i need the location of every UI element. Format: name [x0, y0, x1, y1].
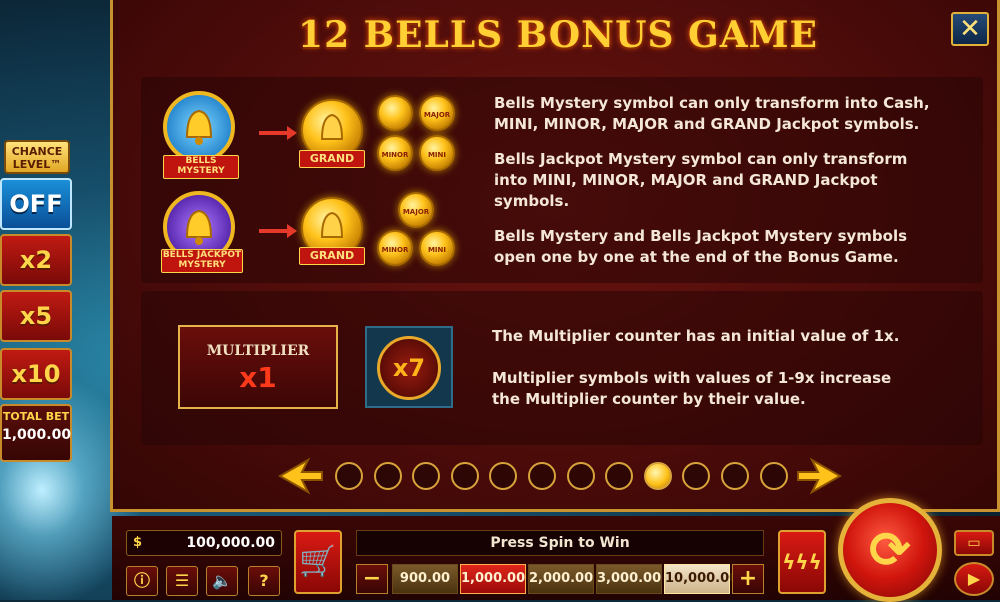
arrow-right-icon [259, 126, 297, 140]
major-coin: MAJOR [398, 192, 434, 228]
menu-button[interactable]: ☰ [166, 566, 198, 596]
page-dot[interactable] [605, 462, 634, 490]
multiplier-description-1: The Multiplier counter has an initial va… [492, 327, 900, 345]
spin-button[interactable]: ⟳ [838, 498, 942, 602]
info-button[interactable]: ⓘ [126, 566, 158, 596]
bet-increase-button[interactable]: + [732, 564, 764, 594]
help-button[interactable]: ? [248, 566, 280, 596]
minor-coin-label: MINOR [381, 246, 409, 254]
next-page-arrow-icon[interactable] [796, 458, 842, 494]
card-icon: ▭ [967, 535, 981, 551]
page-dot[interactable] [759, 462, 788, 490]
mini-coin-label: MINI [427, 246, 447, 254]
bet-option[interactable]: 1,000.00 [460, 564, 526, 594]
multiplier-symbol-value: x7 [377, 336, 441, 400]
info-panel: 12 BELLS BONUS GAME ✕ BELLS MYSTERY GRAN… [110, 0, 1000, 512]
sound-icon: 🔈 [212, 571, 232, 590]
page-dot[interactable] [528, 462, 556, 490]
balance-display: $ 100,000.00 [126, 530, 282, 556]
turbo-button[interactable]: ▭ [954, 530, 994, 556]
page-dot[interactable] [450, 462, 479, 490]
multiplier-value: x1 [239, 361, 277, 394]
bet-option[interactable]: 10,000.00 [664, 564, 738, 594]
chance-level-label: CHANCE LEVEL™ [4, 140, 70, 174]
autoplay-button[interactable]: ϟϟϟ [778, 530, 826, 594]
page-dot[interactable] [682, 462, 711, 490]
page-dot[interactable] [373, 462, 402, 490]
cash-coin [377, 95, 413, 131]
jackpot-description-2: Bells Jackpot Mystery symbol can only tr… [494, 150, 908, 210]
grand-label: GRAND [299, 150, 365, 168]
play-icon: ▶ [967, 569, 981, 588]
bet-option[interactable]: 3,000.00 [596, 564, 662, 594]
page-dot[interactable] [489, 462, 518, 490]
multiplier-description-2: Multiplier symbols with values of 1-9x i… [492, 369, 892, 408]
jackpot-description-3: Bells Mystery and Bells Jackpot Mystery … [494, 227, 908, 266]
jackpot-section: BELLS MYSTERY GRAND MAJOR MINOR MINI BEL… [141, 77, 983, 283]
sound-button[interactable]: 🔈 [206, 566, 238, 596]
mini-coin: MINI [419, 135, 455, 171]
menu-icon: ☰ [174, 571, 190, 590]
arrow-right-icon [259, 224, 297, 238]
chance-off-button[interactable]: OFF [0, 178, 72, 230]
grand-label: GRAND [299, 247, 365, 265]
multiplier-label: MULTIPLIER [206, 343, 310, 359]
buy-feature-button[interactable]: 🛒 [294, 530, 342, 594]
minor-coin-label: MINOR [381, 151, 409, 159]
money-bag-icon: $ [133, 535, 143, 550]
bells-mystery-symbol [163, 91, 235, 163]
status-message: Press Spin to Win [356, 530, 764, 556]
page-dot[interactable] [721, 462, 749, 490]
previous-page-arrow-icon[interactable] [278, 458, 324, 494]
mini-coin: MINI [419, 230, 455, 266]
bet-option[interactable]: 900.00 [392, 564, 458, 594]
bells-jackpot-mystery-label: BELLS JACKPOT MYSTERY [161, 249, 243, 273]
chance-x10-button[interactable]: x10 [0, 348, 72, 400]
page-dot[interactable] [412, 462, 441, 490]
bell-icon [185, 109, 213, 145]
bet-option[interactable]: 2,000.00 [528, 564, 594, 594]
chance-x5-button[interactable]: x5 [0, 290, 72, 342]
cart-icon: 🛒 [299, 544, 337, 579]
jackpot-description-1: Bells Mystery symbol can only transform … [494, 94, 930, 133]
total-bet-label: TOTAL BET [2, 410, 70, 423]
minor-coin: MINOR [377, 230, 413, 266]
mini-coin-label: MINI [427, 151, 447, 159]
info-icon: ⓘ [133, 571, 150, 590]
balance-value: 100,000.00 [186, 535, 275, 551]
page-dot[interactable] [566, 462, 595, 490]
major-coin: MAJOR [419, 95, 455, 131]
spin-arrows-icon: ⟳ [869, 521, 911, 579]
bells-mystery-label: BELLS MYSTERY [163, 155, 239, 179]
page-title: 12 BELLS BONUS GAME [298, 14, 818, 56]
autoplay-play-button[interactable]: ▶ [954, 562, 994, 596]
bet-decrease-button[interactable]: − [356, 564, 388, 594]
chance-x2-button[interactable]: x2 [0, 234, 72, 286]
major-coin-label: MAJOR [402, 208, 430, 216]
chance-total-bet: TOTAL BET 1,000.00 [0, 404, 72, 462]
total-bet-value: 1,000.00 [2, 427, 72, 443]
chance-level-panel: CHANCE LEVEL™ OFF x2 x5 x10 TOTAL BET 1,… [0, 140, 74, 462]
major-coin-label: MAJOR [423, 111, 451, 119]
close-button[interactable]: ✕ [951, 12, 989, 46]
minor-coin: MINOR [377, 135, 413, 171]
page-dot[interactable] [643, 462, 672, 490]
multiplier-counter: MULTIPLIER x1 [178, 325, 338, 409]
flames-icon: ϟϟϟ [782, 550, 822, 574]
page-dot[interactable] [335, 462, 363, 490]
multiplier-symbol: x7 [365, 326, 453, 408]
